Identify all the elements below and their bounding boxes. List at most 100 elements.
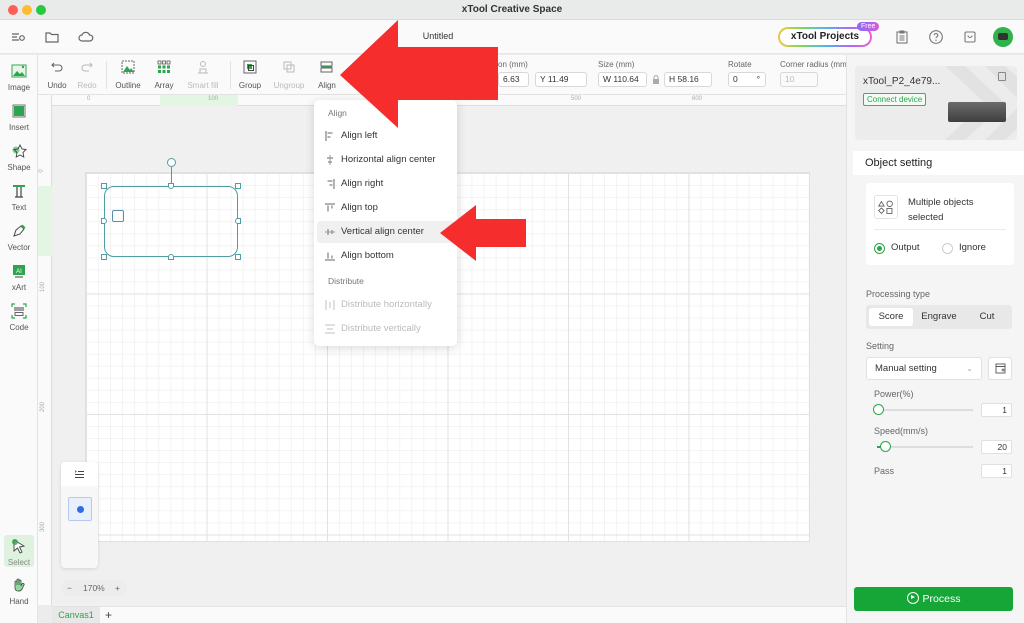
- resize-handle-ne[interactable]: [235, 183, 241, 189]
- layer-thumbnail[interactable]: [68, 497, 92, 521]
- cloud-icon[interactable]: [78, 29, 94, 45]
- rail-item-select[interactable]: Select: [4, 535, 34, 567]
- toolbar-divider: [230, 61, 231, 89]
- outline-button[interactable]: Outline: [114, 60, 142, 90]
- rotation-handle[interactable]: [167, 158, 176, 167]
- redo-button[interactable]: Redo: [76, 60, 98, 90]
- y-position-input[interactable]: Y 11.49: [535, 72, 587, 87]
- rail-item-image[interactable]: Image: [4, 63, 34, 92]
- selection-card: Multiple objects selected Output Ignore: [866, 183, 1014, 265]
- corner-radius-label: Corner radius (mm): [780, 60, 846, 69]
- ignore-radio[interactable]: [942, 243, 953, 254]
- align-icon: [320, 61, 333, 73]
- menu-item-distribute-horizontally[interactable]: Distribute horizontally: [317, 294, 454, 316]
- add-canvas-button[interactable]: +: [105, 608, 112, 622]
- menu-item-vertical-align-center[interactable]: Vertical align center: [317, 221, 454, 243]
- menu-item-distribute-vertically[interactable]: Distribute vertically: [317, 318, 454, 340]
- shop-icon[interactable]: [962, 29, 978, 45]
- zoom-level: 170%: [83, 583, 105, 593]
- align-right-icon: [327, 179, 335, 189]
- output-radio[interactable]: [874, 243, 885, 254]
- ruler-tick: 100: [208, 96, 219, 102]
- speed-slider-thumb[interactable]: [879, 441, 891, 452]
- pen-icon: [13, 224, 26, 237]
- align-label: Align: [318, 81, 336, 90]
- rail-item-text[interactable]: Text: [4, 183, 34, 212]
- processing-type-score[interactable]: Score: [869, 308, 913, 326]
- speed-input[interactable]: 20: [981, 440, 1012, 454]
- align-top-icon: [325, 203, 335, 212]
- rail-item-code[interactable]: Code: [4, 303, 34, 332]
- undo-button[interactable]: Undo: [46, 60, 68, 90]
- connect-device-button[interactable]: Connect device: [863, 93, 927, 106]
- smart-fill-button[interactable]: Smart fill: [184, 60, 222, 90]
- device-info-icon[interactable]: [998, 72, 1006, 81]
- rail-label: Image: [7, 83, 31, 92]
- x-position-input[interactable]: 6.63: [498, 72, 529, 87]
- avatar[interactable]: [993, 27, 1013, 47]
- resize-handle-nw[interactable]: [101, 183, 107, 189]
- object-setting-panel: Object setting Multiple objects selected…: [853, 151, 1024, 581]
- rail-label: Insert: [8, 123, 29, 132]
- power-input[interactable]: 1: [981, 403, 1012, 417]
- distribute-v-icon: [325, 324, 335, 334]
- canvas-tab[interactable]: Canvas1: [52, 607, 100, 623]
- process-button[interactable]: Process: [854, 587, 1013, 611]
- corner-radius-input[interactable]: 10: [780, 72, 818, 87]
- menu-settings-icon[interactable]: [10, 29, 26, 45]
- setting-select[interactable]: Manual setting ⌄: [866, 357, 982, 380]
- rail-label: Shape: [7, 163, 31, 172]
- play-icon: [906, 592, 919, 604]
- selected-rounded-rectangle[interactable]: [104, 186, 238, 257]
- clipboard-icon[interactable]: [894, 29, 910, 45]
- rail-item-vector[interactable]: Vector: [4, 223, 34, 252]
- menu-item-align-right[interactable]: Align right: [317, 173, 454, 195]
- undo-label: Undo: [47, 81, 67, 90]
- rotate-input[interactable]: 0 °: [728, 72, 766, 87]
- resize-handle-s[interactable]: [168, 254, 174, 260]
- folder-icon[interactable]: [44, 29, 60, 45]
- rail-item-xart[interactable]: AI xArt: [4, 263, 34, 292]
- menu-item-horizontal-align-center[interactable]: Horizontal align center: [317, 149, 454, 171]
- ungroup-button[interactable]: Ungroup: [272, 60, 306, 90]
- processing-type-cut[interactable]: Cut: [965, 308, 1009, 326]
- rotate-label: Rotate: [728, 60, 752, 69]
- device-card[interactable]: xTool_P2_4e79... Connect device: [855, 66, 1017, 140]
- rail-item-shape[interactable]: Shape: [4, 143, 34, 172]
- lock-ratio-icon[interactable]: [652, 75, 660, 84]
- array-button[interactable]: Array: [152, 60, 176, 90]
- resize-handle-n[interactable]: [168, 183, 174, 189]
- selected-small-square[interactable]: [112, 210, 124, 222]
- resize-handle-w[interactable]: [101, 218, 107, 224]
- ungroup-label: Ungroup: [273, 81, 305, 90]
- group-button[interactable]: Group: [238, 60, 262, 90]
- power-slider[interactable]: [872, 404, 973, 415]
- align-button[interactable]: Align: [316, 60, 338, 90]
- insert-icon: [12, 104, 26, 118]
- divider: [874, 229, 1006, 230]
- resize-handle-e[interactable]: [235, 218, 241, 224]
- help-icon[interactable]: [928, 29, 944, 45]
- power-slider-thumb[interactable]: [872, 404, 884, 415]
- processing-type-engrave[interactable]: Engrave: [915, 308, 963, 326]
- menu-item-align-top[interactable]: Align top: [317, 197, 454, 219]
- rail-item-insert[interactable]: Insert: [4, 103, 34, 132]
- ruler-tick: 0: [38, 169, 45, 173]
- width-input[interactable]: W 110.64: [598, 72, 647, 87]
- menu-item-align-bottom[interactable]: Align bottom: [317, 245, 454, 267]
- redo-label: Redo: [77, 81, 97, 90]
- height-input[interactable]: H 58.16: [664, 72, 712, 87]
- align-bottom-icon: [325, 252, 335, 261]
- rail-item-hand[interactable]: Hand: [4, 577, 34, 606]
- resize-handle-sw[interactable]: [101, 254, 107, 260]
- layer-panel-toggle[interactable]: [61, 462, 98, 486]
- zoom-out-button[interactable]: −: [67, 583, 72, 593]
- resize-handle-se[interactable]: [235, 254, 241, 260]
- pass-input[interactable]: 1: [981, 464, 1012, 478]
- image-icon: [11, 64, 27, 78]
- undo-icon: [51, 62, 63, 72]
- zoom-in-button[interactable]: +: [115, 583, 120, 593]
- save-preset-button[interactable]: [988, 357, 1012, 380]
- speed-slider[interactable]: [877, 441, 973, 452]
- layer-mini-panel: [61, 462, 98, 568]
